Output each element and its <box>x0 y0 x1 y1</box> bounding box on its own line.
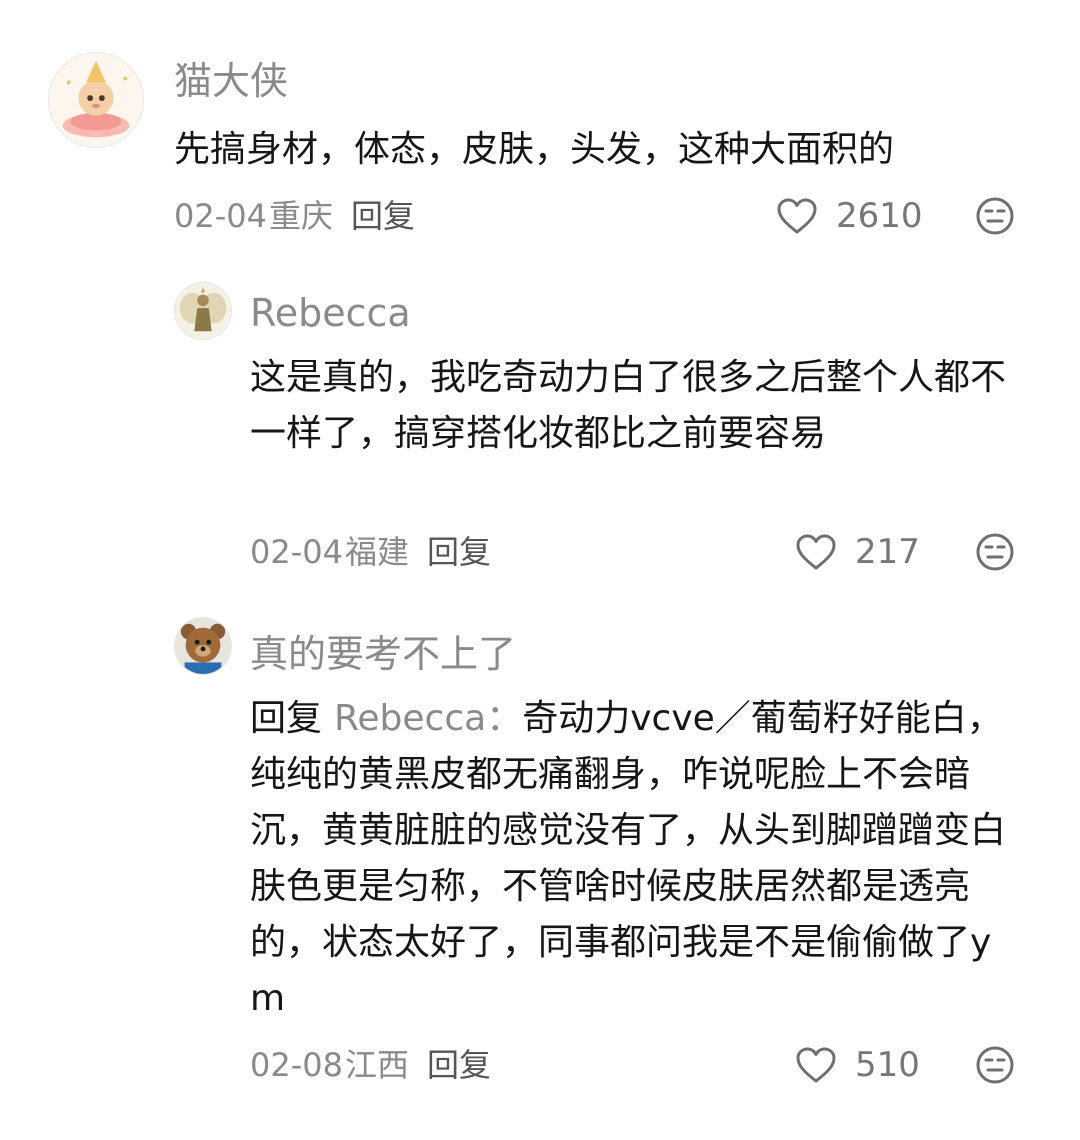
heart-outline-icon <box>796 1047 836 1083</box>
reply-meta: 02-08江西 回复 <box>250 1045 491 1085</box>
reply-location: 江西 <box>344 1046 409 1084</box>
emoji-button[interactable] <box>975 1045 1015 1085</box>
reply-meta: 02-04福建 回复 <box>250 532 491 572</box>
comment-location: 重庆 <box>268 197 333 235</box>
fairy-avatar-icon <box>175 283 231 339</box>
comment-username[interactable]: 猫大侠 <box>174 58 288 104</box>
avatar[interactable] <box>174 282 232 340</box>
like-button[interactable]: 510 <box>795 1045 920 1085</box>
reply-button[interactable]: 回复 <box>351 197 415 235</box>
avatar[interactable] <box>174 617 232 675</box>
reply-item: Rebecca 这是真的，我吃奇动力白了很多之后整个人都不一样了，搞穿搭化妆都比… <box>0 270 1080 600</box>
reply-username[interactable]: Rebecca <box>250 290 411 336</box>
like-button[interactable]: 2610 <box>776 196 923 236</box>
teddy-bear-avatar-icon <box>175 618 231 674</box>
comment-date: 02-04 <box>174 197 267 235</box>
like-count: 217 <box>855 532 920 572</box>
neutral-face-icon <box>976 533 1014 571</box>
reply-date: 02-08 <box>250 1046 343 1084</box>
reply-button[interactable]: 回复 <box>427 533 491 571</box>
emoji-button[interactable] <box>975 532 1015 572</box>
reply-text: 这是真的，我吃奇动力白了很多之后整个人都不一样了，搞穿搭化妆都比之前要容易 <box>250 357 1007 454</box>
comment-item: 猫大侠 先搞身材，体态，皮肤，头发，这种大面积的 02-04重庆 回复 2610 <box>0 0 1080 260</box>
reply-button[interactable]: 回复 <box>427 1046 491 1084</box>
emoji-button[interactable] <box>975 196 1015 236</box>
neutral-face-icon <box>976 197 1014 235</box>
reply-username[interactable]: 真的要考不上了 <box>250 631 516 677</box>
comment-meta: 02-04重庆 回复 <box>174 196 415 236</box>
angel-baby-avatar-icon <box>49 53 143 147</box>
like-count: 2610 <box>836 196 923 236</box>
neutral-face-icon <box>976 1046 1014 1084</box>
like-button[interactable]: 217 <box>795 532 920 572</box>
avatar[interactable] <box>48 52 144 148</box>
reply-date: 02-04 <box>250 533 343 571</box>
reply-prefix: 回复 <box>250 698 323 739</box>
reply-location: 福建 <box>344 533 409 571</box>
like-count: 510 <box>855 1045 920 1085</box>
heart-outline-icon <box>796 534 836 570</box>
reply-content: 奇动力vcve／葡萄籽好能白，纯纯的黄黑皮都无痛翻身，咋说呢脸上不会暗沉，黄黄脏… <box>250 698 1007 1019</box>
comment-text: 先搞身材，体态，皮肤，头发，这种大面积的 <box>174 129 895 170</box>
reply-target-username[interactable]: Rebecca： <box>334 698 522 739</box>
heart-outline-icon <box>777 198 817 234</box>
reply-text: 回复 Rebecca：奇动力vcve／葡萄籽好能白，纯纯的黄黑皮都无痛翻身，咋说呢… <box>250 691 1010 1027</box>
reply-item: 真的要考不上了 回复 Rebecca：奇动力vcve／葡萄籽好能白，纯纯的黄黑皮都… <box>0 605 1080 1125</box>
